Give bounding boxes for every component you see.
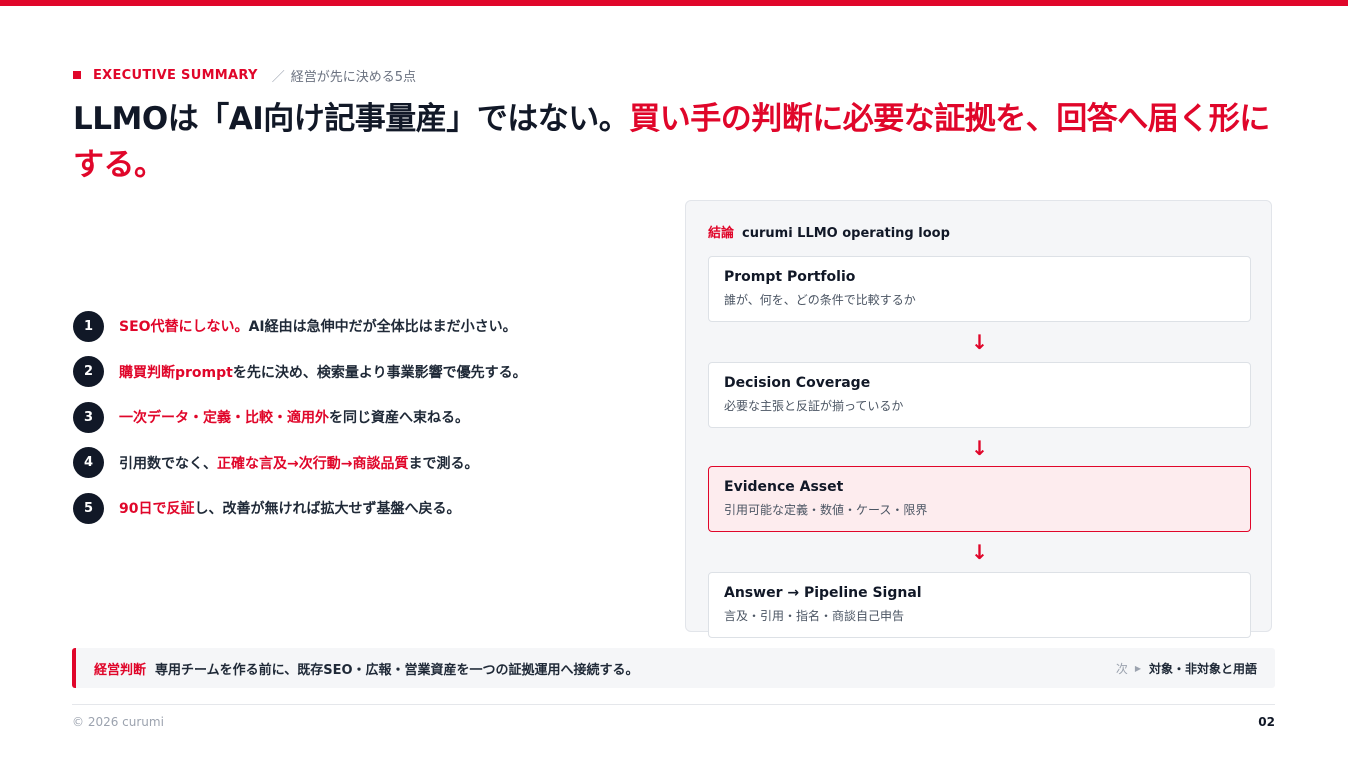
point-text: 購買判断promptを先に決め、検索量より事業影響で優先する。 bbox=[119, 362, 527, 382]
point-text: 一次データ・定義・比較・適用外を同じ資産へ束ねる。 bbox=[119, 407, 469, 427]
list-item: 2 購買判断promptを先に決め、検索量より事業影響で優先する。 bbox=[73, 356, 633, 387]
number-badge: 5 bbox=[73, 492, 104, 524]
point-text: 引用数でなく、正確な言及→次行動→商談品質まで測る。 bbox=[119, 453, 478, 473]
number-badge: 3 bbox=[73, 401, 104, 433]
title-part-1: LLMOは「AI向け記事量産」ではない。 bbox=[73, 101, 630, 137]
point-rest: を同じ資産へ束ねる。 bbox=[329, 410, 469, 426]
step-title: Evidence Asset bbox=[724, 479, 844, 495]
point-text: SEO代替にしない。AI経由は急伸中だが全体比はまだ小さい。 bbox=[119, 316, 517, 336]
point-rest: AI経由は急伸中だが全体比はまだ小さい。 bbox=[248, 319, 517, 335]
list-item: 5 90日で反証し、改善が無ければ拡大せず基盤へ戻る。 bbox=[73, 492, 633, 524]
step-card-evidence-asset: Evidence Asset 引用可能な定義・数値・ケース・限界 bbox=[708, 466, 1251, 532]
step-card-prompt-portfolio: Prompt Portfolio 誰が、何を、どの条件で比較するか bbox=[708, 256, 1251, 322]
step-title: Prompt Portfolio bbox=[724, 269, 856, 285]
section-eyebrow: EXECUTIVE SUMMARY ／ 経営が先に決める5点 bbox=[73, 66, 417, 85]
next-section-link[interactable]: 次 ▶ 対象・非対象と用語 bbox=[1116, 660, 1257, 677]
step-subtitle: 必要な主張と反証が揃っているか bbox=[724, 399, 904, 413]
point-text: 90日で反証し、改善が無ければ拡大せず基盤へ戻る。 bbox=[119, 498, 460, 518]
list-item: 3 一次データ・定義・比較・適用外を同じ資産へ束ねる。 bbox=[73, 401, 633, 433]
panel-header: 結論 curumi LLMO operating loop bbox=[708, 222, 950, 241]
footer-divider bbox=[72, 704, 1275, 705]
next-label: 次 bbox=[1115, 661, 1128, 676]
panel-label: 結論 bbox=[708, 226, 735, 241]
decision-text: 専用チームを作る前に、既存SEO・広報・営業資産を一つの証拠運用へ接続する。 bbox=[155, 662, 639, 678]
arrow-down-icon: ↓ bbox=[971, 436, 988, 460]
step-subtitle: 誰が、何を、どの条件で比較するか bbox=[724, 293, 916, 307]
point-prefix: 引用数でなく、 bbox=[119, 455, 217, 472]
operating-loop-panel: 結論 curumi LLMO operating loop Prompt Port… bbox=[685, 200, 1272, 638]
copyright: © 2026 curumi bbox=[72, 715, 164, 729]
section-separator: ／ bbox=[271, 69, 285, 85]
list-item: 1 SEO代替にしない。AI経由は急伸中だが全体比はまだ小さい。 bbox=[73, 310, 633, 342]
point-emphasis: 一次データ・定義・比較・適用外 bbox=[119, 410, 329, 426]
step-subtitle: 引用可能な定義・数値・ケース・限界 bbox=[724, 503, 928, 517]
key-points-list: 1 SEO代替にしない。AI経由は急伸中だが全体比はまだ小さい。 2 購買判断p… bbox=[73, 310, 633, 539]
executive-decision-bar: 経営判断 専用チームを作る前に、既存SEO・広報・営業資産を一つの証拠運用へ接続… bbox=[72, 648, 1275, 688]
top-accent-bar bbox=[0, 0, 1348, 6]
arrow-down-icon: ↓ bbox=[971, 330, 988, 354]
step-card-decision-coverage: Decision Coverage 必要な主張と反証が揃っているか bbox=[708, 362, 1251, 428]
step-card-answer-pipeline: Answer → Pipeline Signal 言及・引用・指名・商談自己申告 bbox=[708, 572, 1251, 638]
number-badge: 4 bbox=[73, 447, 104, 478]
page-title: LLMOは「AI向け記事量産」ではない。買い手の判断に必要な証拠を、回答へ届く形… bbox=[73, 96, 1273, 188]
point-rest: まで測る。 bbox=[408, 455, 479, 472]
point-rest: し、改善が無ければ拡大せず基盤へ戻る。 bbox=[194, 501, 461, 517]
point-emphasis: SEO代替にしない。 bbox=[119, 319, 249, 335]
number-badge: 1 bbox=[73, 310, 104, 342]
point-rest: を先に決め、検索量より事業影響で優先する。 bbox=[232, 364, 527, 381]
number-badge: 2 bbox=[73, 356, 104, 387]
section-label: EXECUTIVE SUMMARY bbox=[93, 67, 258, 83]
arrow-down-icon: ↓ bbox=[971, 540, 988, 564]
point-emphasis: 購買判断prompt bbox=[119, 364, 233, 381]
section-subtitle: 経営が先に決める5点 bbox=[290, 69, 417, 85]
step-title: Answer → Pipeline Signal bbox=[724, 585, 922, 601]
point-emphasis: 正確な言及→次行動→商談品質 bbox=[217, 455, 409, 472]
square-bullet-icon bbox=[73, 71, 81, 79]
page-number: 02 bbox=[1258, 715, 1275, 729]
panel-title: curumi LLMO operating loop bbox=[742, 226, 950, 241]
point-emphasis: 90日で反証 bbox=[119, 501, 195, 517]
decision-label: 経営判断 bbox=[94, 662, 147, 678]
list-item: 4 引用数でなく、正確な言及→次行動→商談品質まで測る。 bbox=[73, 447, 633, 478]
triangle-right-icon: ▶ bbox=[1134, 663, 1141, 673]
next-title: 対象・非対象と用語 bbox=[1148, 661, 1257, 676]
step-title: Decision Coverage bbox=[724, 375, 871, 391]
step-subtitle: 言及・引用・指名・商談自己申告 bbox=[724, 609, 905, 623]
